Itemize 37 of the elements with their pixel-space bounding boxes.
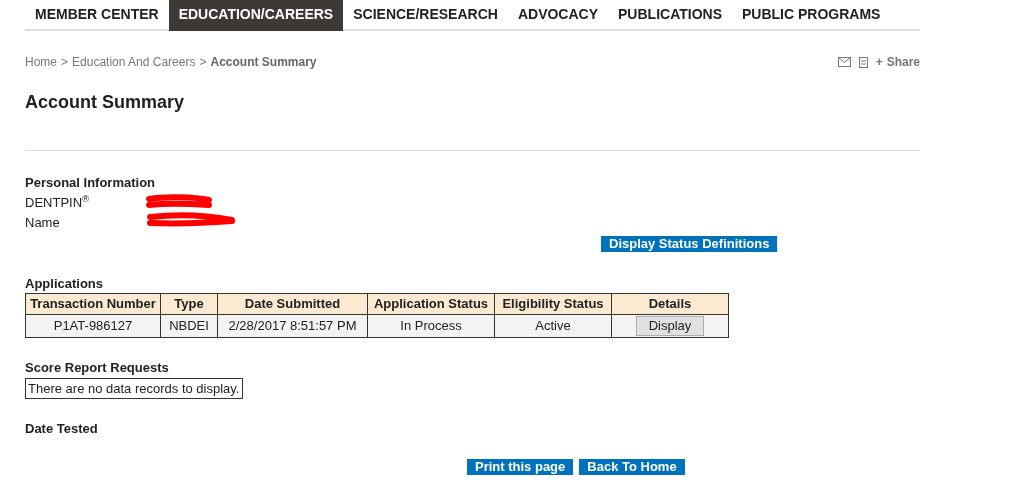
table-cell: P1AT-986127 (25, 314, 161, 338)
footer-button[interactable]: Back To Home (579, 459, 685, 475)
section-heading: Applications (25, 274, 104, 293)
nav-tab[interactable]: SCIENCE/RESEARCH (343, 0, 508, 31)
column-header: Application Status (367, 293, 495, 315)
page-title: Account Summary (25, 91, 186, 114)
share-link[interactable]: + Share (875, 53, 920, 71)
column-header: Type (160, 293, 218, 315)
current-page-label: Account Summary (210, 54, 317, 71)
breadcrumb-separator: > (61, 54, 69, 71)
field-label: DENTPIN$^{®}$ (25, 192, 90, 212)
display-button[interactable]: Display (635, 316, 705, 336)
breadcrumb-link[interactable]: Education And Careers (72, 53, 196, 71)
section-heading: Date Tested (25, 419, 99, 438)
footer-button[interactable]: Print this page (467, 459, 574, 475)
nav-tab[interactable]: MEMBER CENTER (25, 0, 169, 31)
nav-tab[interactable]: PUBLIC PROGRAMS (732, 0, 891, 31)
mail-icon[interactable] (837, 57, 851, 67)
nav-tab[interactable]: PUBLICATIONS (608, 0, 732, 31)
column-header: Eligibility Status (494, 293, 612, 315)
section-heading: Personal Information (25, 174, 157, 192)
redaction-mark (145, 194, 215, 210)
status-definitions-button[interactable]: Display Status Definitions (601, 235, 778, 252)
table-cell: In Process (367, 314, 495, 338)
nav-tab[interactable]: EDUCATION/CAREERS (168, 0, 344, 31)
column-header: Date Submitted (217, 293, 368, 315)
column-header: Details (611, 293, 729, 315)
field-label: Name (25, 213, 60, 232)
print-icon[interactable] (858, 56, 868, 68)
section-heading: Score Report Requests (25, 359, 170, 377)
empty-message: There are no data records to display. (25, 377, 243, 399)
table-cell: 2/28/2017 8:51:57 PM (217, 314, 368, 338)
table-cell: Active (494, 314, 612, 338)
nav-tab[interactable]: ADVOCACY (507, 0, 609, 31)
breadcrumb-separator: > (199, 54, 207, 71)
breadcrumb-link[interactable]: Home (25, 53, 57, 71)
column-header: Transaction Number (25, 293, 161, 315)
